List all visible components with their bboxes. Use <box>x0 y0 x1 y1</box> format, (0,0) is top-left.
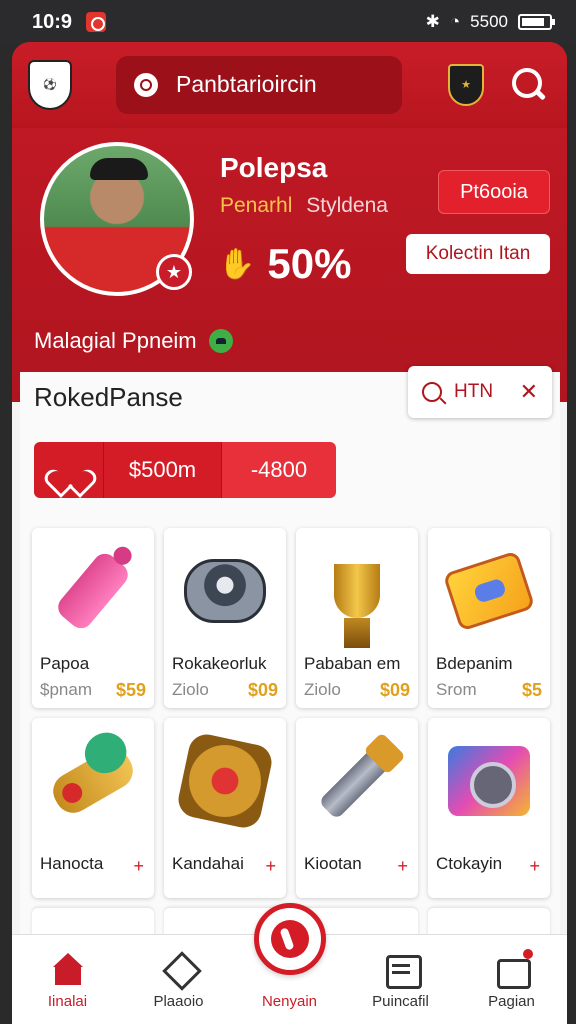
club-crest-icon[interactable]: ⚽ <box>28 59 72 110</box>
player-position: Penarhl <box>220 194 293 217</box>
nav-diamond[interactable]: Plaaoio <box>123 935 234 1024</box>
item-cost: $09 <box>379 680 410 700</box>
completion-percent: ✋ 50% <box>218 240 351 288</box>
trophy-icon <box>306 536 408 648</box>
item-card[interactable]: Kiootan + <box>296 718 418 898</box>
favorite-button[interactable] <box>34 442 104 498</box>
battery-icon <box>518 14 555 30</box>
item-name: Hanocta <box>40 854 104 873</box>
item-card[interactable]: Bdepanim Srom $5 <box>428 528 550 708</box>
filter-search-box[interactable]: HTN ✕ <box>408 366 552 418</box>
nav-edit[interactable]: Pagian <box>456 935 567 1024</box>
player-subtitle: Penarhl Styldena <box>220 194 388 218</box>
scroll-icon <box>42 726 144 836</box>
edit-icon <box>495 949 533 989</box>
online-status-icon <box>208 329 233 353</box>
status-right: ✱ ◔ 5500 <box>425 12 555 32</box>
box-icon <box>438 536 540 646</box>
item-meta: Ziolo <box>172 680 209 699</box>
item-card[interactable]: Pababan em Ziolo $09 <box>296 528 418 708</box>
club-shield-icon[interactable]: ★ <box>448 63 484 106</box>
item-cost: $09 <box>247 680 278 700</box>
list-icon <box>384 953 422 989</box>
item-tag: + <box>133 856 144 876</box>
item-tag: + <box>397 856 408 876</box>
gadget-icon <box>174 536 276 646</box>
nav-list-label: Puincafil <box>372 993 429 1010</box>
heart-icon <box>56 458 82 482</box>
item-grid: Papoa $pnam $59 Rokakeorluk Ziolo $09 Pa… <box>32 528 550 948</box>
signal-icon: ✱ <box>425 12 440 31</box>
nav-center[interactable]: Nenyain <box>234 903 345 1024</box>
app-window: ⚽ Panbtarioircin ★ ★ Polepsa Penarhl Sty… <box>12 42 567 1024</box>
item-cost: $59 <box>115 680 146 700</box>
percent-value: 50% <box>267 240 352 287</box>
item-tag: + <box>529 856 540 876</box>
player-name: Polepsa <box>220 152 328 183</box>
tool-icon <box>306 726 408 836</box>
item-name: Kiootan <box>304 854 362 873</box>
item-name: Rokakeorluk <box>172 654 267 673</box>
top-bar: ⚽ Panbtarioircin ★ <box>12 42 567 128</box>
status-right-text: 5500 <box>470 12 508 31</box>
machine-icon <box>438 726 540 836</box>
star-badge-icon[interactable]: ★ <box>156 254 192 290</box>
item-name: Pababan em <box>304 654 401 673</box>
hand-icon: ✋ <box>218 247 256 281</box>
item-meta: $pnam <box>40 680 92 699</box>
item-name: Ctokayin <box>436 854 503 873</box>
search-icon <box>134 72 158 97</box>
nav-home[interactable]: Iinalai <box>12 935 123 1024</box>
nav-list[interactable]: Puincafil <box>345 935 456 1024</box>
player-profile: ★ Polepsa Penarhl Styldena ✋ 50% Pt6ooia… <box>12 128 567 368</box>
item-meta: Ziolo <box>304 680 341 699</box>
search-input[interactable]: Panbtarioircin <box>116 55 402 114</box>
hand-swipe-icon <box>270 920 309 958</box>
primary-action-button[interactable]: Pt6ooia <box>438 170 550 214</box>
filter-search-icon <box>422 382 442 402</box>
item-name: Papoa <box>40 654 90 673</box>
price-bar: $500m -4800 <box>34 442 336 498</box>
price-delta[interactable]: -4800 <box>222 442 336 498</box>
nav-center-label: Nenyain <box>261 993 318 1010</box>
bottom-nav: Iinalai Plaaoio Nenyain Puincafil Pagian <box>12 903 567 1024</box>
collection-title: Malagial Ppneim <box>34 328 233 354</box>
nav-edit-label: Pagian <box>488 993 535 1010</box>
item-name: Bdepanim <box>436 654 513 673</box>
wifi-icon: ◔ <box>449 12 461 31</box>
nav-home-label: Iinalai <box>47 993 88 1010</box>
item-name: Kandahai <box>172 854 244 873</box>
shield-icon <box>174 726 276 836</box>
item-card[interactable]: Rokakeorluk Ziolo $09 <box>164 528 286 708</box>
item-card[interactable]: Kandahai + <box>164 718 286 898</box>
center-action-button[interactable] <box>253 903 326 975</box>
collection-button[interactable]: Kolectin Itan <box>406 234 550 274</box>
panel-title: RokedPanse <box>34 382 183 412</box>
diamond-icon <box>162 953 196 985</box>
bottle-icon <box>42 536 144 646</box>
search-placeholder: Panbtarioircin <box>176 71 317 97</box>
close-icon[interactable]: ✕ <box>520 379 538 405</box>
home-icon <box>51 953 85 985</box>
item-card[interactable]: Ctokayin + <box>428 718 550 898</box>
nav-diamond-label: Plaaoio <box>153 993 204 1010</box>
item-cost: $5 <box>521 680 542 700</box>
item-card[interactable]: Hanocta + <box>32 718 154 898</box>
status-time: 10:9 <box>32 10 73 33</box>
item-card[interactable]: Papoa $pnam $59 <box>32 528 154 708</box>
status-bar: 10:9 ✱ ◔ 5500 <box>0 0 576 44</box>
player-style: Styldena <box>306 194 388 217</box>
collection-title-text: Malagial Ppneim <box>34 328 197 353</box>
notification-icon <box>86 12 107 32</box>
search-button[interactable] <box>512 67 546 102</box>
item-meta: Srom <box>436 680 477 699</box>
item-tag: + <box>265 856 276 876</box>
filter-text: HTN <box>454 381 494 402</box>
price-value[interactable]: $500m <box>104 442 222 498</box>
